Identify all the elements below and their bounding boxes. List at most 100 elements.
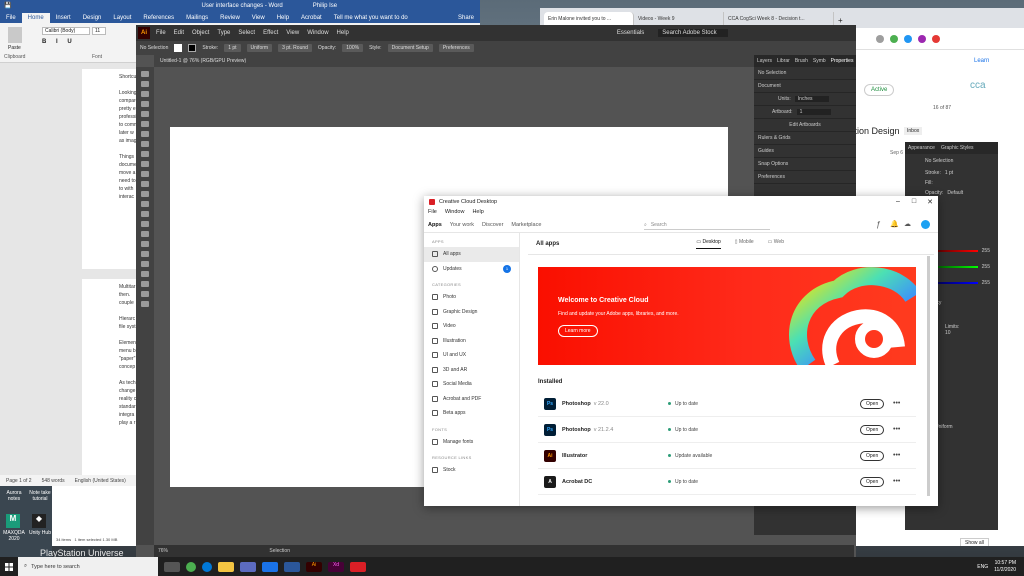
ai-menu[interactable]: Select <box>238 30 255 36</box>
more-options-icon[interactable]: ••• <box>893 478 900 485</box>
ai-tool-icon[interactable] <box>141 211 149 217</box>
ai-tool-icon[interactable] <box>141 131 149 137</box>
document-setup-button[interactable]: Document Setup <box>387 44 433 52</box>
sidebar-item-all-apps[interactable]: All apps <box>424 247 519 262</box>
word-taskbar-icon[interactable] <box>284 561 300 572</box>
more-options-icon[interactable]: ••• <box>893 452 900 459</box>
ai-tool-icon[interactable] <box>141 301 149 307</box>
word-tab[interactable]: Review <box>214 13 246 23</box>
sidebar-item-stock[interactable]: Stock <box>424 463 519 478</box>
app-taskbar-icon[interactable] <box>262 561 278 572</box>
cc-menu[interactable]: Help <box>472 209 483 215</box>
more-options-icon[interactable]: ••• <box>893 400 900 407</box>
word-tab[interactable]: Mailings <box>180 13 214 23</box>
desktop-icon-maxqda[interactable]: MAXQDA 2020 <box>2 530 26 542</box>
ai-menu[interactable]: Help <box>337 30 349 36</box>
opacity-value[interactable]: Default <box>947 190 963 196</box>
sidebar-item-photo[interactable]: Photo <box>424 290 519 305</box>
slider-value[interactable]: 255 <box>982 280 990 286</box>
panel-tab[interactable]: Librar <box>777 58 790 64</box>
ai-menu[interactable]: File <box>156 30 166 36</box>
taskview-icon[interactable] <box>164 561 180 572</box>
status-active[interactable]: Active <box>864 84 895 96</box>
open-button[interactable]: Open <box>860 450 885 461</box>
slider-value[interactable]: 255 <box>982 264 990 270</box>
snap-options[interactable]: Snap Options <box>754 158 856 171</box>
stock-search[interactable]: Search Adobe Stock <box>658 29 729 37</box>
app-taskbar-icon[interactable] <box>240 561 256 572</box>
extension-icon[interactable] <box>904 34 912 43</box>
unity-icon[interactable]: ◆ <box>32 514 46 528</box>
slider-value[interactable]: 255 <box>982 248 990 254</box>
word-tab[interactable]: Design <box>77 13 108 23</box>
tab-desktop[interactable]: ▭ Desktop <box>696 239 721 249</box>
extension-icon[interactable] <box>876 34 884 43</box>
ai-tool-icon[interactable] <box>141 271 149 277</box>
start-button[interactable] <box>0 557 18 576</box>
ai-tool-icon[interactable] <box>141 111 149 117</box>
sidebar-item-illustration[interactable]: Illustration <box>424 334 519 349</box>
format-buttons[interactable]: B I U <box>42 39 76 45</box>
workspace-switcher[interactable]: Essentials <box>617 30 644 36</box>
ai-document-tab[interactable]: Untitled-1 @ 76% (RGB/GPU Preview) <box>154 55 754 67</box>
word-tab[interactable]: Layout <box>107 13 137 23</box>
ai-tool-icon[interactable] <box>141 141 149 147</box>
sidebar-item-graphic-design[interactable]: Graphic Design <box>424 305 519 320</box>
guides[interactable]: Guides <box>754 145 856 158</box>
open-button[interactable]: Open <box>860 424 885 435</box>
sidebar-item-updates[interactable]: Updates 1 <box>424 262 519 277</box>
panel-tab-properties[interactable]: Properties <box>831 58 854 64</box>
word-tab[interactable]: Acrobat <box>295 13 328 23</box>
sidebar-item-3d-ar[interactable]: 3D and AR <box>424 363 519 378</box>
ai-tool-icon[interactable] <box>141 191 149 197</box>
word-page-2[interactable]: Multitar then. couple Hierarc file syst Eleme… <box>82 279 138 475</box>
ai-menu[interactable]: Type <box>217 30 230 36</box>
explorer-taskbar-icon[interactable] <box>218 561 234 572</box>
cc-menu[interactable]: File <box>428 209 437 215</box>
tab-mobile[interactable]: ▯ Mobile <box>735 239 754 249</box>
zoom-level[interactable]: 76% <box>158 548 168 554</box>
edit-artboards-button[interactable]: Edit Artboards <box>754 119 856 132</box>
sidebar-item-beta-apps[interactable]: Beta apps <box>424 406 519 421</box>
ai-tool-icon[interactable] <box>141 251 149 257</box>
stroke-weight[interactable]: 1 pt <box>224 44 241 52</box>
minimize-icon[interactable]: – <box>890 198 906 206</box>
autosave-icon[interactable]: 💾 <box>4 2 11 9</box>
panel-tab[interactable]: Brush <box>795 58 808 64</box>
cc-scrollbar[interactable] <box>927 256 930 496</box>
word-tab[interactable]: References <box>137 13 180 23</box>
opacity-input[interactable]: 100% <box>342 44 364 52</box>
ai-tool-icon[interactable] <box>141 171 149 177</box>
word-page-1[interactable]: Shortcu Looking compare pretty e professi to … <box>82 69 138 269</box>
tell-me-search[interactable]: Tell me what you want to do <box>328 13 414 23</box>
share-button[interactable]: Share <box>452 13 480 23</box>
ai-tool-icon[interactable] <box>141 231 149 237</box>
learn-link[interactable]: Learn <box>974 58 989 64</box>
tab-web[interactable]: ▭ Web <box>768 239 784 249</box>
notifications-icon[interactable]: 🔔 <box>890 220 899 228</box>
maxqda-icon[interactable]: M <box>6 514 20 528</box>
variable-width[interactable]: Uniform <box>246 44 273 52</box>
show-all-button[interactable]: Show all <box>960 538 989 546</box>
preferences-button[interactable]: Preferences <box>438 44 474 52</box>
taskbar-search[interactable]: ⌕ Type here to search <box>18 557 158 576</box>
cc-search[interactable]: ⌕ Search <box>644 220 770 230</box>
word-tab-home[interactable]: Home <box>21 13 50 23</box>
font-name-select[interactable]: Calibri (Body) <box>42 27 90 35</box>
xd-taskbar-icon[interactable]: Xd <box>328 561 344 572</box>
stroke-swatch[interactable] <box>188 44 197 52</box>
desktop-icon-note[interactable]: Note take tutorial <box>28 490 52 502</box>
fill-swatch[interactable] <box>174 44 183 52</box>
rulers-grids[interactable]: Rulers & Grids <box>754 132 856 145</box>
more-options-icon[interactable]: ••• <box>893 426 900 433</box>
nav-your-work[interactable]: Your work <box>450 222 474 228</box>
ai-tool-icon[interactable] <box>141 181 149 187</box>
panel-tab[interactable]: Symb <box>813 58 826 64</box>
preferences-section[interactable]: Preferences <box>754 171 856 184</box>
ai-tool-icon[interactable] <box>141 201 149 207</box>
illustrator-taskbar-icon[interactable]: Ai <box>306 561 322 572</box>
brush-definition[interactable]: 3 pt. Round <box>278 44 312 52</box>
maximize-icon[interactable]: □ <box>906 198 922 206</box>
artboard-select[interactable]: 1 <box>796 109 831 115</box>
ai-tool-icon[interactable] <box>141 261 149 267</box>
